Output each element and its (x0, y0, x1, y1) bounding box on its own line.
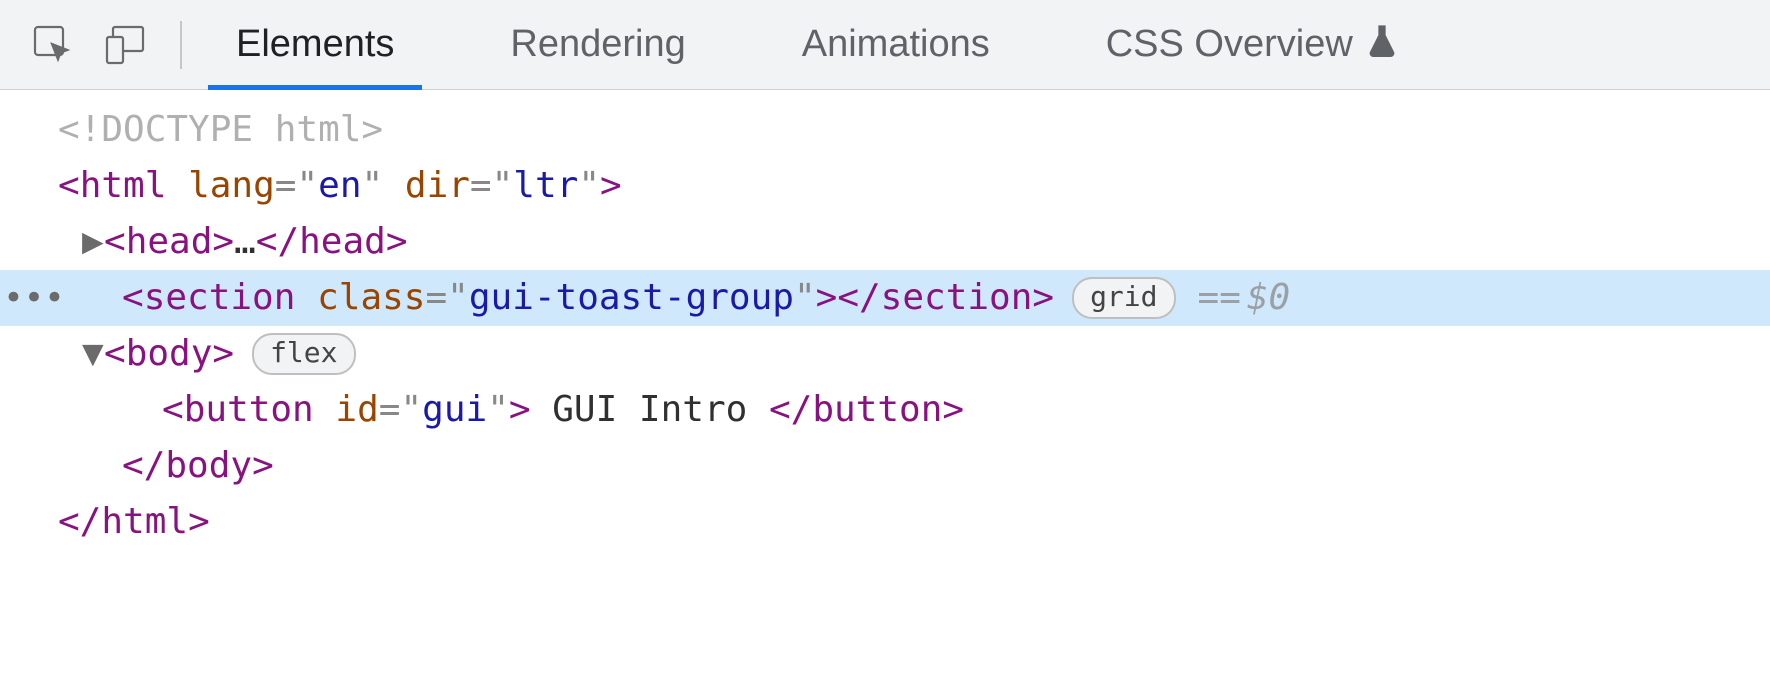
inspect-element-icon[interactable] (30, 22, 76, 68)
collapse-arrow-icon[interactable]: ▼ (82, 326, 102, 382)
doctype-text: <!DOCTYPE html> (58, 102, 383, 158)
expand-arrow-icon[interactable]: ▶ (82, 214, 102, 270)
attr-name: id (335, 382, 378, 438)
tag-name: section (144, 270, 296, 326)
attr-value: ltr (513, 158, 578, 214)
tab-label: Elements (236, 23, 394, 66)
attr-name: lang (188, 158, 275, 214)
angle-open: < (58, 158, 80, 214)
tree-row-head[interactable]: ▶ <head>…</head> (0, 214, 1770, 270)
tab-label: CSS Overview (1106, 23, 1353, 66)
collapsed-ellipsis: … (234, 214, 256, 270)
tree-row-section-selected[interactable]: ••• <section class="gui-toast-group"></s… (0, 270, 1770, 326)
tree-row-html-close[interactable]: </html> (0, 494, 1770, 550)
attr-value: en (318, 158, 361, 214)
toolbar-divider (180, 21, 182, 69)
tree-row-doctype[interactable]: <!DOCTYPE html> (0, 102, 1770, 158)
text-node: GUI Intro (531, 382, 769, 438)
more-actions-icon[interactable]: ••• (10, 270, 58, 326)
tab-label: Animations (802, 23, 990, 66)
device-toolbar-icon[interactable] (102, 22, 148, 68)
tag-name: button (184, 382, 314, 438)
console-selected-ref: ==$0 (1198, 270, 1291, 326)
experimental-icon (1367, 23, 1397, 67)
tree-row-body-open[interactable]: ▼ <body> flex (0, 326, 1770, 382)
tag-name: html (80, 158, 167, 214)
layout-badge-grid[interactable]: grid (1072, 277, 1175, 319)
tree-row-body-close[interactable]: </body> (0, 438, 1770, 494)
devtools-toolbar: Elements Rendering Animations CSS Overvi… (0, 0, 1770, 90)
attr-name: dir (405, 158, 470, 214)
tab-animations[interactable]: Animations (774, 0, 1018, 89)
attr-value: gui (422, 382, 487, 438)
layout-badge-flex[interactable]: flex (252, 333, 355, 375)
tab-label: Rendering (510, 23, 685, 66)
tag-name: head (126, 214, 213, 270)
tag-name: body (126, 326, 213, 382)
tab-elements[interactable]: Elements (208, 0, 422, 89)
tab-rendering[interactable]: Rendering (482, 0, 713, 89)
tree-row-button[interactable]: <button id="gui"> GUI Intro </button> (0, 382, 1770, 438)
tab-css-overview[interactable]: CSS Overview (1078, 0, 1425, 89)
tree-row-html-open[interactable]: <html lang="en" dir="ltr"> (0, 158, 1770, 214)
attr-name: class (317, 270, 425, 326)
elements-tree: <!DOCTYPE html> <html lang="en" dir="ltr… (0, 90, 1770, 550)
attr-value: gui-toast-group (469, 270, 794, 326)
